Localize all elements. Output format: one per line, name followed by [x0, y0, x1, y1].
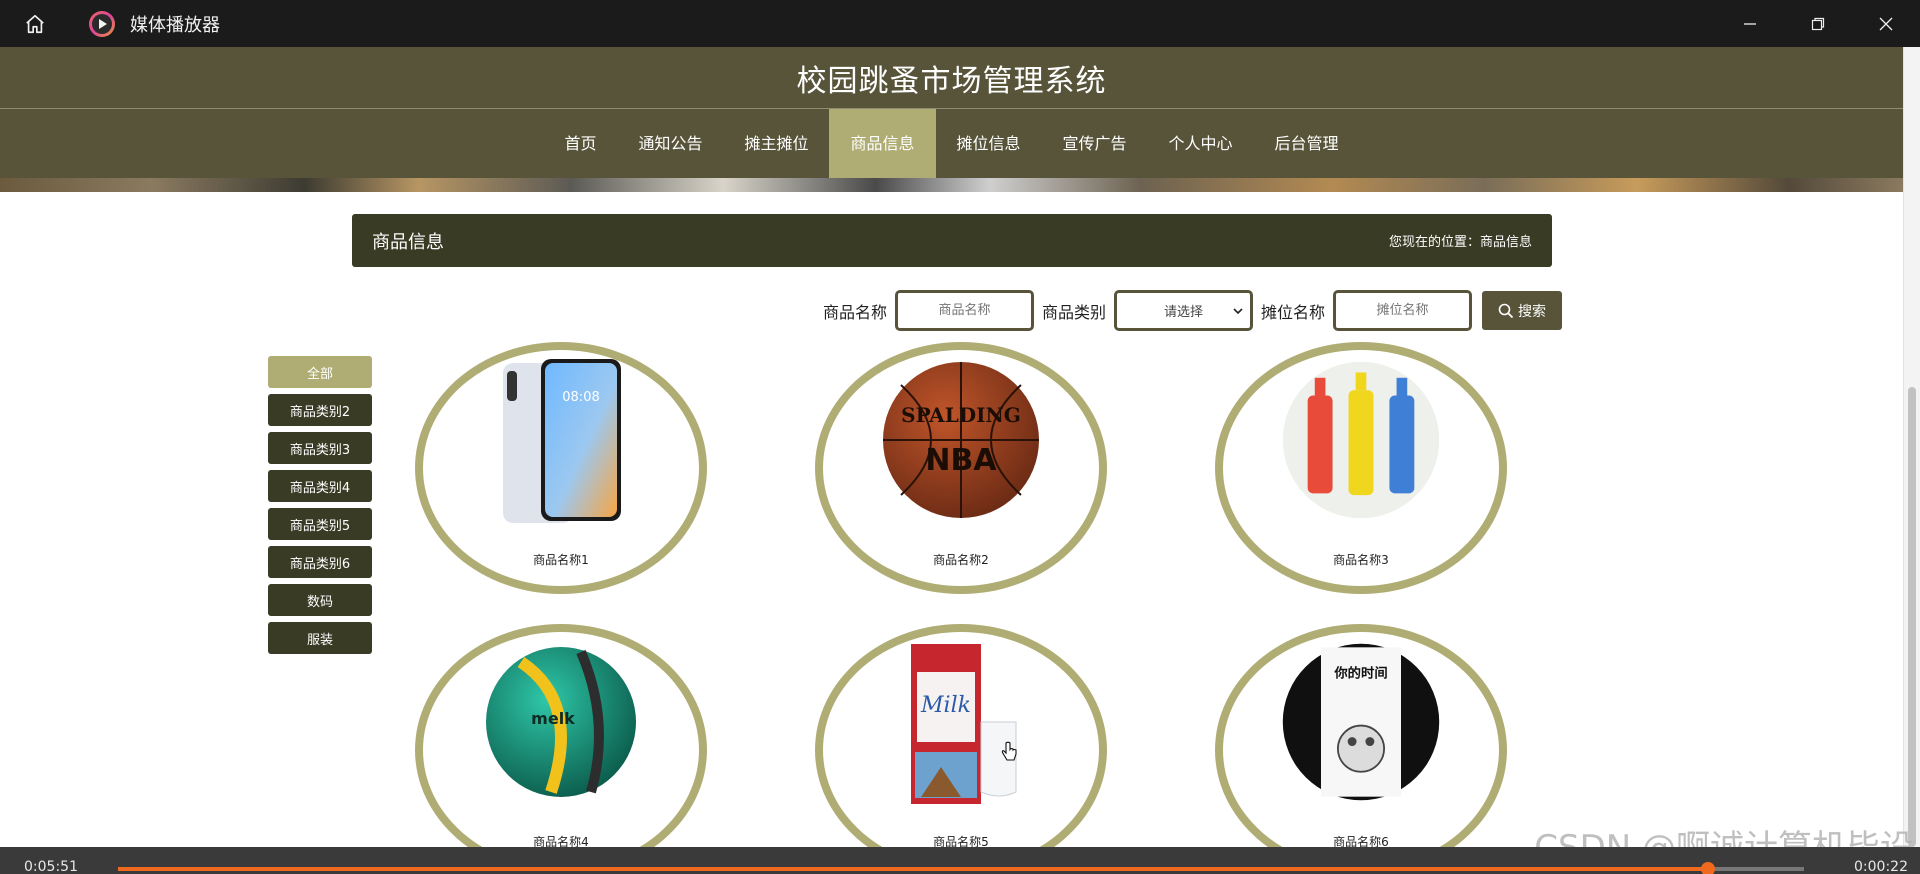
seek-bar-fill — [118, 867, 1708, 871]
search-icon — [1498, 303, 1514, 318]
product-card[interactable]: SPALDING NBA 商品名称2 — [815, 342, 1107, 594]
category-button[interactable]: 服装 — [268, 622, 372, 654]
restore-icon — [1811, 17, 1825, 30]
nav-item[interactable]: 首页 — [543, 109, 617, 178]
site-header: 校园跳蚤市场管理系统 — [0, 47, 1903, 109]
product-name-input[interactable] — [894, 290, 1034, 331]
section-header: 商品信息 您现在的位置：商品信息 — [352, 214, 1552, 267]
svg-text:NBA: NBA — [925, 443, 997, 478]
section-title: 商品信息 — [372, 231, 444, 253]
nav-item[interactable]: 宣传广告 — [1042, 109, 1148, 178]
product-card[interactable]: 商品名称3 — [1215, 342, 1507, 594]
nav-item[interactable]: 个人中心 — [1148, 109, 1254, 178]
minimize-icon — [1744, 22, 1756, 25]
nav-item[interactable]: 摊主摊位 — [723, 109, 829, 178]
product-name: 商品名称3 — [1333, 553, 1389, 567]
seek-bar[interactable] — [118, 862, 1804, 874]
product-name: 商品名称2 — [933, 553, 989, 567]
breadcrumb: 您现在的位置：商品信息 — [1388, 235, 1532, 250]
app-title: 媒体播放器 — [130, 14, 220, 36]
elapsed-time: 0:05:51 — [24, 859, 78, 874]
scroll-thumb[interactable] — [1908, 387, 1916, 847]
section-bar: 商品信息 您现在的位置：商品信息 — [352, 214, 1552, 267]
nav-item[interactable]: 后台管理 — [1254, 109, 1360, 178]
milk-image: Milk — [881, 642, 1041, 804]
close-button[interactable] — [1852, 0, 1920, 47]
main-nav: 首页 通知公告 摊主摊位 商品信息 摊位信息 宣传广告 个人中心 后台管理 — [0, 109, 1903, 178]
nav-item[interactable]: 通知公告 — [617, 109, 723, 178]
category-button[interactable]: 商品类别3 — [268, 432, 372, 464]
stall-name-input[interactable] — [1333, 290, 1472, 331]
category-select-value: 请选择 — [1163, 305, 1203, 320]
close-icon — [1879, 17, 1893, 30]
search-button-label: 搜索 — [1518, 303, 1546, 320]
product-category-label: 商品类别 — [1041, 302, 1106, 322]
svg-text:SPALDING: SPALDING — [901, 403, 1021, 427]
home-button[interactable] — [0, 0, 70, 47]
bottles-image — [1281, 360, 1441, 520]
basketball-image: SPALDING NBA — [881, 360, 1041, 520]
category-button[interactable]: 商品类别2 — [268, 394, 372, 426]
category-button[interactable]: 数码 — [268, 584, 372, 616]
product-name-label: 商品名称 — [822, 302, 887, 322]
player-controls: 0:05:51 0:00:22 — [0, 847, 1920, 874]
book-image: 你的时间 — [1281, 642, 1441, 802]
football-image: melk — [481, 642, 641, 802]
phone-image: 08:08 — [481, 359, 641, 523]
hand-cursor-icon — [1001, 741, 1017, 761]
remaining-time: 0:00:22 — [1854, 859, 1908, 874]
product-card[interactable]: 你的时间 商品名称6 — [1215, 624, 1507, 874]
player-title-bar: 媒体播放器 — [0, 0, 1920, 47]
product-category-select[interactable]: 请选择 — [1113, 290, 1253, 331]
svg-text:melk: melk — [531, 709, 575, 728]
category-button[interactable]: 商品类别6 — [268, 546, 372, 578]
media-player-icon — [89, 10, 115, 37]
nav-item[interactable]: 摊位信息 — [936, 109, 1042, 178]
home-icon — [26, 14, 44, 33]
product-card[interactable]: Milk 商品名称5 — [815, 624, 1107, 874]
category-sidebar: 全部商品类别2 商品类别3 商品类别4 商品类别5 商品类别6 数码服装 — [268, 356, 372, 660]
nav-item[interactable]: 商品信息 — [829, 109, 936, 178]
chevron-down-icon — [1233, 308, 1243, 315]
product-card[interactable]: 08:08 商品名称1 — [415, 342, 707, 594]
search-button[interactable]: 搜索 — [1482, 291, 1562, 330]
banner-image — [0, 178, 1903, 192]
svg-text:08:08: 08:08 — [562, 390, 599, 405]
product-name: 商品名称1 — [533, 553, 589, 567]
minimize-button[interactable] — [1716, 0, 1784, 47]
search-form: 商品名称 商品类别 请选择 摊位名称 搜索 — [815, 290, 1562, 331]
category-button[interactable]: 商品类别4 — [268, 470, 372, 502]
svg-text:你的时间: 你的时间 — [1333, 665, 1387, 682]
svg-text:Milk: Milk — [920, 693, 971, 718]
category-button[interactable]: 商品类别5 — [268, 508, 372, 540]
restore-button[interactable] — [1784, 0, 1852, 47]
stall-name-label: 摊位名称 — [1260, 302, 1325, 322]
site-title: 校园跳蚤市场管理系统 — [796, 63, 1107, 99]
page-scrollbar[interactable] — [1903, 47, 1920, 847]
seek-handle[interactable] — [1700, 862, 1715, 874]
product-card[interactable]: melk 商品名称4 — [415, 624, 707, 874]
category-button[interactable]: 全部 — [268, 356, 372, 388]
